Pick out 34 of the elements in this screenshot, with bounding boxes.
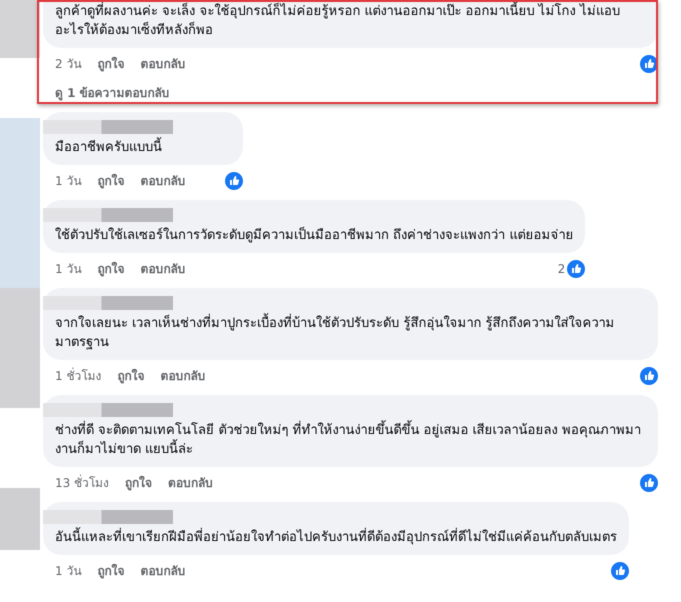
reaction-count: 2 [558,262,566,276]
reply-link[interactable]: ตอบกลับ [140,171,186,190]
thumbs-up-icon [640,366,658,384]
comment-time: 2 วัน [55,56,82,73]
comment-text: อันนี้แหละที่เขาเรียกฝีมือพี่อย่าน้อยใจทำต่อไปครับงานที่ดีต้องมีอุปกรณ์ที่ดีไม่ใช่มีแค่ค้อนกับตลับเมตร [55,528,617,547]
reply-link[interactable]: ตอบกลับ [160,366,206,385]
comment-time: 1 วัน [55,173,82,190]
reply-link[interactable]: ตอบกลับ [140,561,186,580]
comment-text: ช่างที่ดี จะติดตามเทคโนโลยี ตัวช่วยใหม่ๆ ที่ทำให้งานง่ายขึ้นดีขึ้น อยู่เสมอ เสียเวลาน้อยลง พอคุณภาพมา งานก็มาไม่ขาด แยบนี้ล่ะ [55,421,646,459]
thumbs-up-icon [640,474,658,492]
comment-text: ลูกค้าดูที่ผลงานค่ะ จะเล็ง จะใช้อุปกรณ์ก็ไม่ค่อยรู้หรอก แต่งานออกมาเป๊ะ ออกมาเนี้ยบ ไม่โกง ไม่แอบอะไรให้ต้องมาเซ็งทีหลังก็พอ [55,2,621,40]
view-replies-link[interactable]: ดู 1 ข้อความตอบกลับ [43,73,658,102]
redaction-block [0,0,40,58]
like-link[interactable]: ถูกใจ [97,54,124,73]
like-link[interactable]: ถูกใจ [125,473,152,492]
like-link[interactable]: ถูกใจ [97,561,124,580]
thumbs-up-icon [567,260,586,278]
redaction-block [0,488,40,550]
reply-link[interactable]: ตอบกลับ [168,473,214,492]
comment-time: 1 วัน [55,261,82,278]
comment-time: 1 วัน [55,563,82,580]
like-link[interactable]: ถูกใจ [97,171,124,190]
comment-text: มืออาชีพครับแบบนี้ [55,138,231,157]
like-link[interactable]: ถูกใจ [117,366,144,385]
thumbs-up-icon [225,172,243,190]
thumbs-up-icon [611,562,629,580]
reply-link[interactable]: ตอบกลับ [140,54,186,73]
comment-text: ใช้ตัวปรับใช้เลเซอร์ในการวัดระดับดูมีความเป็นมืออาชีพมาก ถึงค่าช่างจะแพงกว่า แต่ยอมจ่าย [55,226,574,245]
like-link[interactable]: ถูกใจ [97,259,124,278]
comment-time: 13 ชั่วโมง [55,474,110,492]
thumbs-up-icon [640,54,658,72]
reply-link[interactable]: ตอบกลับ [140,259,186,278]
comment-time: 1 ชั่วโมง [55,366,102,385]
comment-text: จากใจเลยนะ เวลาเห็นช่างที่มาปูกระเบื้องที่บ้านใช้ตัวปรับระดับ รู้สึกอุ่นใจมาก รู้สึกถึงความใส่ใจความมาตรฐาน [55,314,646,352]
